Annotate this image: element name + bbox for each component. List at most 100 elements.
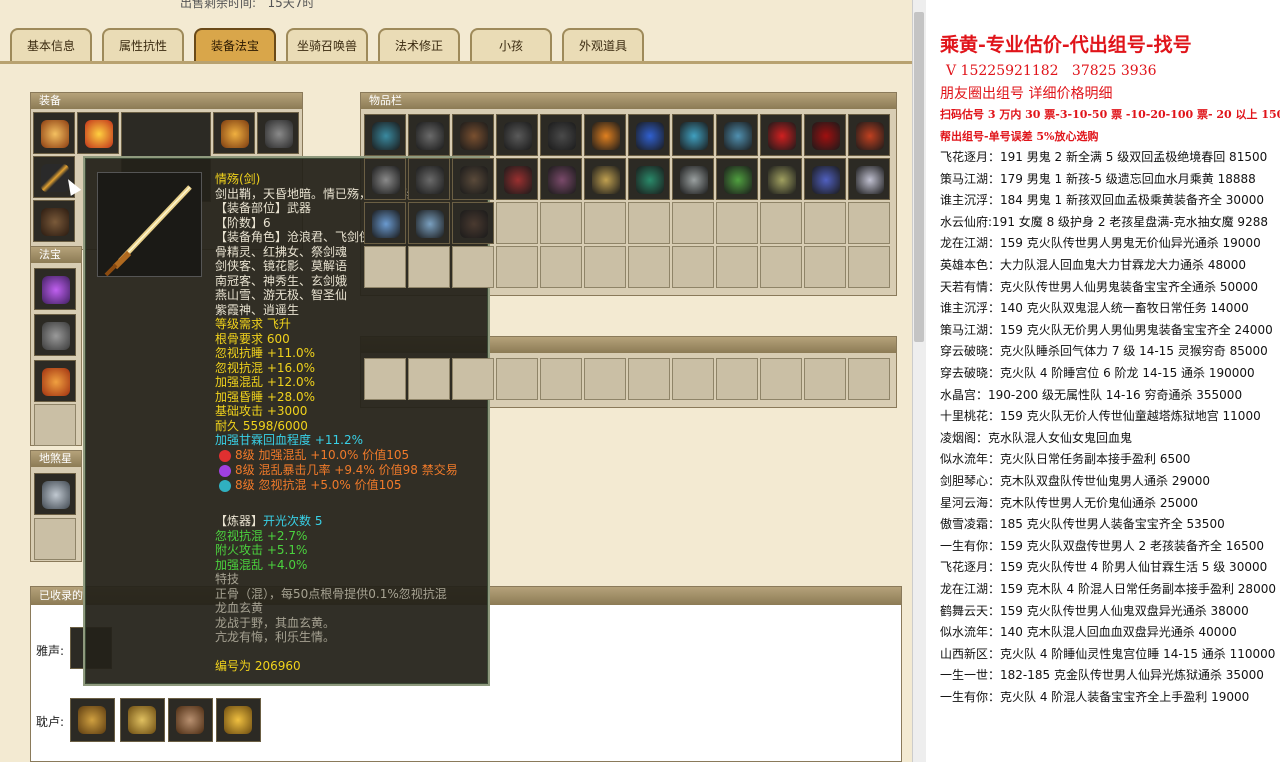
inventory-slot[interactable] xyxy=(848,202,890,244)
inventory-slot[interactable] xyxy=(628,202,670,244)
equip-slot-helmet[interactable] xyxy=(33,112,75,154)
storage-slot[interactable] xyxy=(364,358,406,400)
inventory-slot[interactable] xyxy=(364,246,406,288)
tooltip-roles-5: 燕山雪、游无极、智圣仙 xyxy=(215,288,348,302)
collected-item-5[interactable] xyxy=(216,698,261,742)
inventory-slot[interactable] xyxy=(540,158,582,200)
inventory-slot[interactable] xyxy=(540,246,582,288)
tab-child[interactable]: 小孩 xyxy=(470,28,552,62)
tab-basic-info[interactable]: 基本信息 xyxy=(10,28,92,62)
inventory-slot[interactable] xyxy=(496,246,538,288)
inventory-slot[interactable] xyxy=(452,158,494,200)
storage-slot[interactable] xyxy=(408,358,450,400)
inventory-slot[interactable] xyxy=(672,202,714,244)
storage-slot[interactable] xyxy=(716,358,758,400)
inventory-slot[interactable] xyxy=(804,202,846,244)
inventory-slot[interactable] xyxy=(496,202,538,244)
inventory-slot[interactable] xyxy=(848,158,890,200)
inventory-slot[interactable] xyxy=(760,246,802,288)
inventory-slot[interactable] xyxy=(716,114,758,156)
inventory-slot[interactable] xyxy=(848,114,890,156)
tooltip-part: 【装备部位】武器 xyxy=(215,201,312,215)
collected-item-2[interactable] xyxy=(70,698,115,742)
equip-slot-belt[interactable] xyxy=(257,112,299,154)
equip-slot-necklace[interactable] xyxy=(77,112,119,154)
tab-appearance[interactable]: 外观道具 xyxy=(562,28,644,62)
equip-slot-armor[interactable] xyxy=(213,112,255,154)
scrollbar-thumb[interactable] xyxy=(914,12,924,342)
inventory-slot[interactable] xyxy=(364,202,406,244)
inventory-slot[interactable] xyxy=(672,114,714,156)
inventory-slot[interactable] xyxy=(628,158,670,200)
inventory-slot[interactable] xyxy=(804,158,846,200)
inventory-slot[interactable] xyxy=(584,114,626,156)
tooltip-level: 【阶数】6 xyxy=(215,215,271,230)
inventory-slot[interactable] xyxy=(760,158,802,200)
inventory-slot[interactable] xyxy=(584,158,626,200)
inventory-slot[interactable] xyxy=(584,202,626,244)
storage-slot[interactable] xyxy=(672,358,714,400)
inventory-slot[interactable] xyxy=(672,246,714,288)
inventory-slot[interactable] xyxy=(408,246,450,288)
storage-slot[interactable] xyxy=(628,358,670,400)
inventory-slot[interactable] xyxy=(672,158,714,200)
storage-slot[interactable] xyxy=(584,358,626,400)
storage-slot[interactable] xyxy=(804,358,846,400)
inventory-slot[interactable] xyxy=(760,202,802,244)
inventory-slot[interactable] xyxy=(716,246,758,288)
inventory-slot[interactable] xyxy=(716,158,758,200)
inventory-slot[interactable] xyxy=(848,246,890,288)
tooltip-roles-4: 南冠客、神秀生、玄剑娥 xyxy=(215,273,348,288)
treasure-slot-1[interactable] xyxy=(34,268,76,310)
item-icon xyxy=(504,122,532,150)
mount-slot-2[interactable] xyxy=(34,518,76,560)
inventory-slot[interactable] xyxy=(496,158,538,200)
tooltip-attr-3: 加强混乱 +12.0% xyxy=(215,375,315,389)
storage-slot[interactable] xyxy=(760,358,802,400)
equip-slot-shoes[interactable] xyxy=(33,200,75,242)
tooltip-req-bone: 根骨要求 600 xyxy=(215,331,290,346)
storage-slot[interactable] xyxy=(848,358,890,400)
listing-item: 穿云破晓：克火队睡杀回气体力 7 级 14-15 灵猴穷奇 85000 xyxy=(940,344,1268,359)
collected-item-4[interactable] xyxy=(168,698,213,742)
inventory-slot[interactable] xyxy=(716,202,758,244)
inventory-slot[interactable] xyxy=(760,114,802,156)
listing-item: 水云仙府:191 女魔 8 级护身 2 老孩星盘满-克水抽女魔 9288 xyxy=(940,214,1268,229)
collected-item-3[interactable] xyxy=(120,698,165,742)
storage-slot[interactable] xyxy=(452,358,494,400)
tab-equipment[interactable]: 装备法宝 xyxy=(194,28,276,62)
inventory-slot[interactable] xyxy=(628,114,670,156)
treasure-slot-4[interactable] xyxy=(34,404,76,446)
inventory-slot[interactable] xyxy=(364,158,406,200)
inventory-slot[interactable] xyxy=(452,202,494,244)
inventory-slot[interactable] xyxy=(408,114,450,156)
listing-prices: 扫码估号 3 万内 30 票-3-10-50 票 -10-20-100 票- 2… xyxy=(940,108,1280,121)
inventory-slot[interactable] xyxy=(628,246,670,288)
inventory-slot[interactable] xyxy=(408,158,450,200)
inventory-slot[interactable] xyxy=(364,114,406,156)
listing-item: 一生一世：182-185 克金队传世男人仙异光炼狱通杀 35000 xyxy=(940,668,1264,683)
treasure-slot-2[interactable] xyxy=(34,314,76,356)
mount-slot-1[interactable] xyxy=(34,473,76,515)
inventory-slot[interactable] xyxy=(584,246,626,288)
inventory-slot[interactable] xyxy=(804,246,846,288)
inventory-slot[interactable] xyxy=(540,202,582,244)
inventory-slot[interactable] xyxy=(540,114,582,156)
item-icon xyxy=(680,122,708,150)
listing-item: 一生有你：159 克火队双盘传世男人 2 老孩装备齐全 16500 xyxy=(940,538,1264,553)
tab-mount-summon[interactable]: 坐骑召唤兽 xyxy=(286,28,368,62)
listing-help: 帮出组号-单号误差 5%放心选购 xyxy=(940,130,1099,143)
listing-item: 似水流年：克火队日常任务副本接手盈利 6500 xyxy=(940,452,1191,467)
treasure-slot-3[interactable] xyxy=(34,360,76,402)
inventory-slot[interactable] xyxy=(496,114,538,156)
storage-slot[interactable] xyxy=(496,358,538,400)
listing-item: 傲雪凌霜：185 克火队传世男人装备宝宝齐全 53500 xyxy=(940,517,1225,532)
inventory-slot[interactable] xyxy=(408,202,450,244)
inventory-slot[interactable] xyxy=(804,114,846,156)
tab-attributes[interactable]: 属性抗性 xyxy=(102,28,184,62)
inventory-slot[interactable] xyxy=(452,114,494,156)
inventory-slot[interactable] xyxy=(452,246,494,288)
sword-item-icon xyxy=(97,172,202,277)
storage-slot[interactable] xyxy=(540,358,582,400)
tab-spell-correction[interactable]: 法术修正 xyxy=(378,28,460,62)
